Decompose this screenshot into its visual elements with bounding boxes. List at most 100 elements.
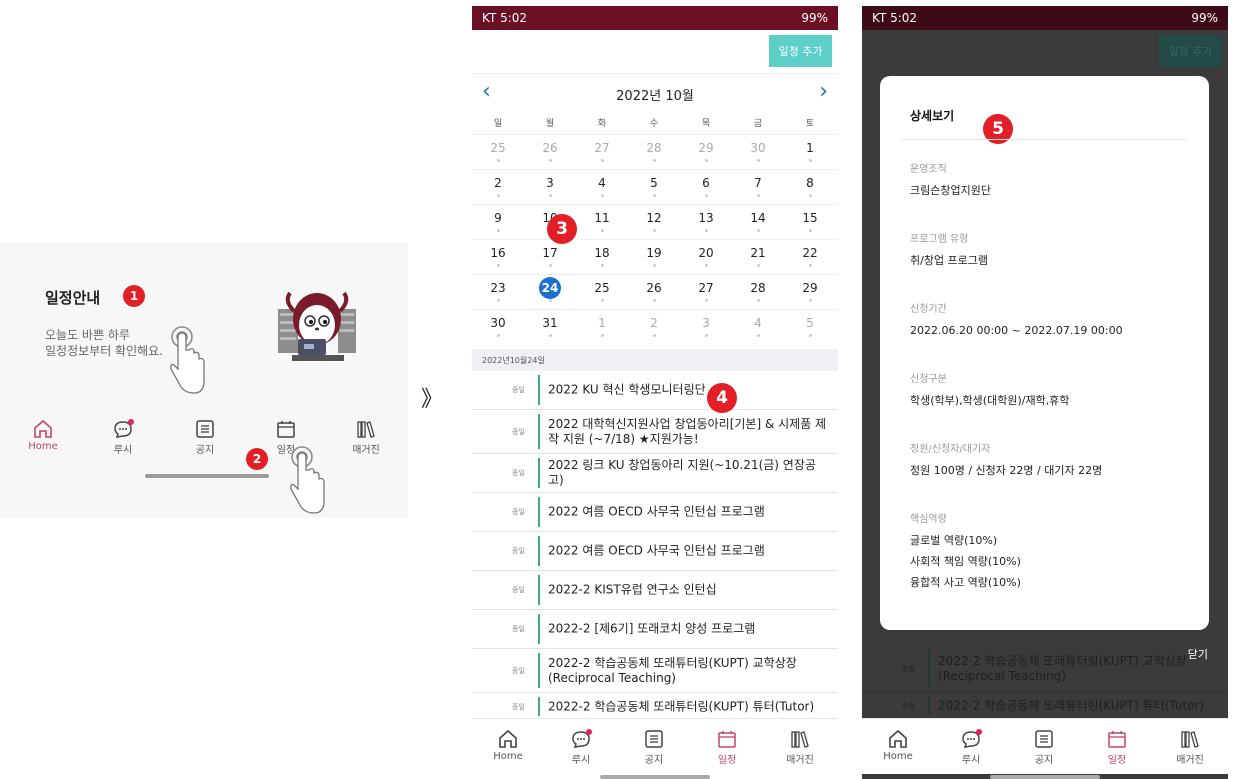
- tab-lucy[interactable]: 루시: [93, 419, 153, 456]
- calendar-day[interactable]: 29: [784, 277, 836, 312]
- tab-notice[interactable]: 공지: [175, 419, 235, 456]
- calendar-day[interactable]: 30: [472, 312, 524, 347]
- calendar-day[interactable]: 3: [680, 312, 732, 347]
- calendar-day[interactable]: 22: [784, 242, 836, 277]
- calendar-day[interactable]: 25: [576, 277, 628, 312]
- calendar-day[interactable]: 11: [576, 207, 628, 242]
- tab-magazine-label: 매거진: [352, 445, 380, 456]
- day-number: 25: [594, 281, 610, 295]
- event-item[interactable]: 종일 2022-2 학습공동체 또래튜터링(KUPT) 교학상장 (Recipro…: [472, 649, 838, 693]
- day-number: 3: [546, 176, 554, 190]
- tab-notice[interactable]: 공지: [624, 729, 684, 766]
- calendar-day[interactable]: 29: [680, 137, 732, 172]
- tab-schedule[interactable]: 일정: [1087, 729, 1147, 766]
- weekday-label: 일: [493, 119, 503, 129]
- dimmed-event-row: 종일 2022-2 학습공동체 또래튜터링(KUPT) 교학상장 (Recipr…: [862, 646, 1228, 692]
- calendar-day[interactable]: 2: [628, 312, 680, 347]
- calendar-day[interactable]: 12: [628, 207, 680, 242]
- event-item[interactable]: 종일 2022 대학혁신지원사업 창업동아리[기본] & 시제품 제작 지원 (~…: [472, 410, 838, 454]
- intro-title: 일정안내: [45, 289, 101, 307]
- calendar-day[interactable]: 17: [524, 242, 576, 277]
- day-number: 6: [702, 176, 710, 190]
- field-label-capacity: 정원/신청자/대기자: [910, 444, 991, 455]
- tab-home[interactable]: Home: [13, 419, 73, 452]
- event-item[interactable]: 종일 2022 여름 OECD 사무국 인턴십 프로그램: [472, 493, 838, 532]
- tab-magazine[interactable]: 매거진: [336, 419, 396, 456]
- calendar-day[interactable]: 15: [784, 207, 836, 242]
- event-dot: [548, 194, 552, 197]
- day-number: 2: [494, 176, 502, 190]
- calendar-day[interactable]: 27: [576, 137, 628, 172]
- mascot-illustration: [278, 291, 356, 361]
- tab-lucy[interactable]: 루시: [941, 729, 1001, 766]
- calendar-day[interactable]: 28: [628, 137, 680, 172]
- calendar-day[interactable]: 26: [524, 137, 576, 172]
- calendar-day[interactable]: 31: [524, 312, 576, 347]
- calendar-day-selected[interactable]: 24: [524, 277, 576, 312]
- calendar-day[interactable]: 28: [732, 277, 784, 312]
- calendar-day[interactable]: 2: [472, 172, 524, 207]
- tab-magazine[interactable]: 매거진: [1160, 729, 1220, 766]
- tab-notice[interactable]: 공지: [1014, 729, 1074, 766]
- event-item[interactable]: 종일 2022-2 KIST유럽 연구소 인턴십: [472, 571, 838, 610]
- calendar-day[interactable]: 26: [628, 277, 680, 312]
- day-number: 29: [698, 141, 714, 155]
- magazine-icon: [791, 731, 809, 748]
- calendar-day[interactable]: 16: [472, 242, 524, 277]
- calendar-day[interactable]: 19: [628, 242, 680, 277]
- field-label-type: 프로그램 유형: [910, 234, 969, 245]
- calendar-day[interactable]: 3: [524, 172, 576, 207]
- calendar-day[interactable]: 30: [732, 137, 784, 172]
- event-color-bar: [538, 614, 540, 644]
- tab-schedule[interactable]: 일정: [697, 729, 757, 766]
- status-carrier-time: KT 5:02: [482, 11, 528, 25]
- day-number: 30: [490, 316, 506, 330]
- event-color-bar: [538, 575, 540, 605]
- tab-home-label: Home: [493, 751, 523, 762]
- calendar-day[interactable]: 18: [576, 242, 628, 277]
- calendar-day[interactable]: 14: [732, 207, 784, 242]
- calendar-day[interactable]: 20: [680, 242, 732, 277]
- calendar-icon: [718, 731, 736, 748]
- event-item[interactable]: 종일 2022 KU 혁신 학생모니터링단: [472, 371, 838, 410]
- calendar-day[interactable]: 7: [732, 172, 784, 207]
- calendar-day[interactable]: 1: [784, 137, 836, 172]
- field-value-category: 학생(학부),학생(대학원)/재학,휴학: [910, 394, 1070, 407]
- chat-icon: [572, 729, 592, 748]
- notice-icon: [196, 420, 214, 438]
- add-schedule-button[interactable]: 일정 추가: [769, 35, 832, 67]
- calendar-day[interactable]: 9: [472, 207, 524, 242]
- tab-lucy[interactable]: 루시: [551, 729, 611, 766]
- calendar-icon: [1108, 731, 1126, 748]
- calendar-day[interactable]: 4: [576, 172, 628, 207]
- next-month-icon[interactable]: ›: [819, 79, 828, 104]
- event-tag: 종일: [512, 625, 525, 633]
- calendar-day[interactable]: 6: [680, 172, 732, 207]
- event-item[interactable]: 종일 2022 여름 OECD 사무국 인턴십 프로그램: [472, 532, 838, 571]
- calendar-day[interactable]: 4: [732, 312, 784, 347]
- day-number: 12: [646, 211, 662, 225]
- event-item[interactable]: 종일 2022-2 [제6기] 또래코치 양성 프로그램: [472, 610, 838, 649]
- tab-magazine[interactable]: 매거진: [770, 729, 830, 766]
- calendar-day[interactable]: 1: [576, 312, 628, 347]
- calendar-day[interactable]: 25: [472, 137, 524, 172]
- tab-home[interactable]: Home: [868, 729, 928, 762]
- modal-divider: [900, 139, 1188, 140]
- status-carrier-time: KT 5:02: [872, 11, 918, 25]
- tab-notice-label: 공지: [1034, 755, 1054, 766]
- day-number: 24: [539, 277, 561, 299]
- calendar-day[interactable]: 13: [680, 207, 732, 242]
- calendar-day[interactable]: 5: [784, 312, 836, 347]
- event-item[interactable]: 종일 2022 링크 KU 창업동아리 지원(~10.21(금) 연장공고): [472, 454, 838, 493]
- tab-magazine-label: 매거진: [786, 755, 814, 766]
- close-button[interactable]: 닫기: [1188, 646, 1208, 662]
- weekday-label: 토: [805, 119, 815, 129]
- event-item[interactable]: 종일 2022-2 학습공동체 또래튜터링(KUPT) 튜터(Tutor): [472, 693, 838, 721]
- calendar-day[interactable]: 5: [628, 172, 680, 207]
- calendar-day[interactable]: 27: [680, 277, 732, 312]
- tab-home[interactable]: Home: [478, 729, 538, 762]
- calendar-day[interactable]: 21: [732, 242, 784, 277]
- calendar-day[interactable]: 8: [784, 172, 836, 207]
- day-number: 30: [750, 141, 766, 155]
- calendar-day[interactable]: 23: [472, 277, 524, 312]
